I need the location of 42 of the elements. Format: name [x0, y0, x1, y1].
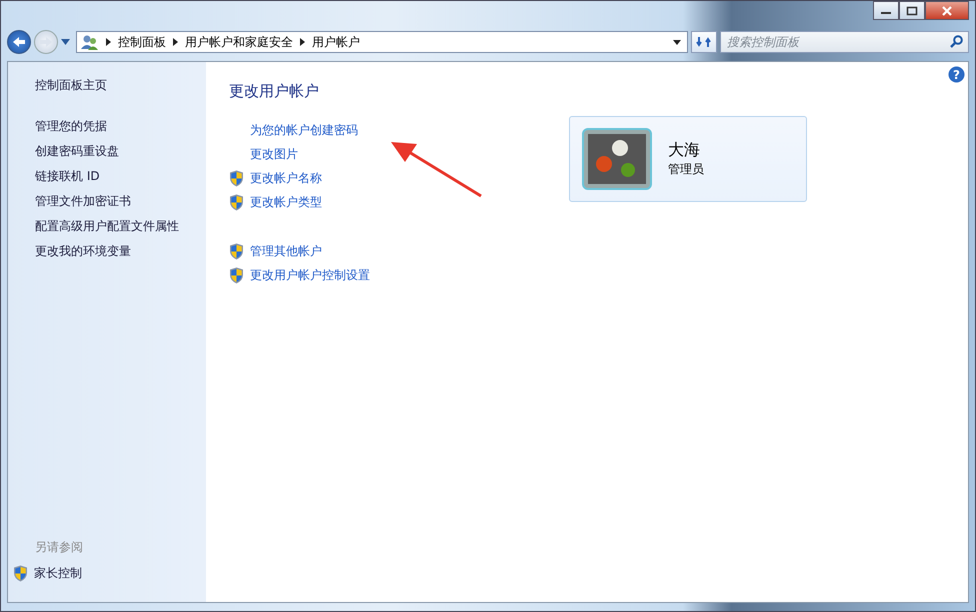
chevron-icon	[173, 38, 178, 46]
page-title: 更改用户帐户	[229, 82, 319, 101]
forward-arrow-icon	[39, 36, 53, 48]
sidebar-link[interactable]: 更改我的环境变量	[35, 242, 131, 260]
breadcrumb-item[interactable]: 用户帐户和家庭安全	[185, 34, 293, 50]
address-bar[interactable]: 控制面板 用户帐户和家庭安全 用户帐户	[76, 31, 688, 53]
history-dropdown-icon[interactable]	[61, 39, 70, 45]
marbles-picture	[582, 128, 652, 190]
sidebar-link[interactable]: 链接联机 ID	[35, 167, 100, 185]
search-icon[interactable]	[950, 35, 963, 48]
search-field[interactable]: 搜索控制面板	[720, 31, 969, 53]
chevron-icon	[106, 38, 111, 46]
task-link[interactable]: 更改用户帐户控制设置	[250, 267, 370, 284]
task-link[interactable]: 更改帐户类型	[250, 194, 322, 211]
chevron-icon	[300, 38, 305, 46]
refresh-icon	[696, 35, 712, 49]
maximize-button[interactable]	[899, 1, 925, 20]
task-link[interactable]: 管理其他帐户	[250, 243, 322, 260]
task-link[interactable]: 更改帐户名称	[250, 170, 322, 187]
sidebar-link[interactable]: 创建密码重设盘	[35, 142, 119, 160]
maximize-icon	[906, 6, 918, 16]
close-button[interactable]	[925, 1, 969, 20]
dropdown-icon[interactable]	[673, 40, 681, 44]
sidebar-link[interactable]: 家长控制	[34, 564, 82, 582]
account-name: 大海	[668, 140, 700, 161]
see-also-heading: 另请参阅	[34, 539, 84, 556]
back-button[interactable]	[7, 30, 31, 54]
refresh-button[interactable]	[691, 31, 717, 53]
sidebar-link[interactable]: 管理您的凭据	[35, 117, 107, 135]
minimize-button[interactable]	[873, 1, 899, 20]
sidebar-link[interactable]: 配置高级用户配置文件属性	[35, 217, 179, 235]
close-icon	[941, 6, 953, 16]
task-link[interactable]: 更改图片	[250, 146, 298, 163]
breadcrumb-item[interactable]: 用户帐户	[312, 34, 360, 50]
account-role: 管理员	[668, 161, 704, 178]
users-icon	[81, 34, 99, 50]
sidebar-link[interactable]: 管理文件加密证书	[35, 192, 131, 210]
breadcrumb-item[interactable]: 控制面板	[118, 34, 166, 50]
sidebar-link[interactable]: 控制面板主页	[35, 76, 107, 94]
help-button[interactable]: ?	[948, 66, 965, 83]
back-arrow-icon	[12, 36, 26, 48]
task-link[interactable]: 为您的帐户创建密码	[250, 122, 358, 139]
